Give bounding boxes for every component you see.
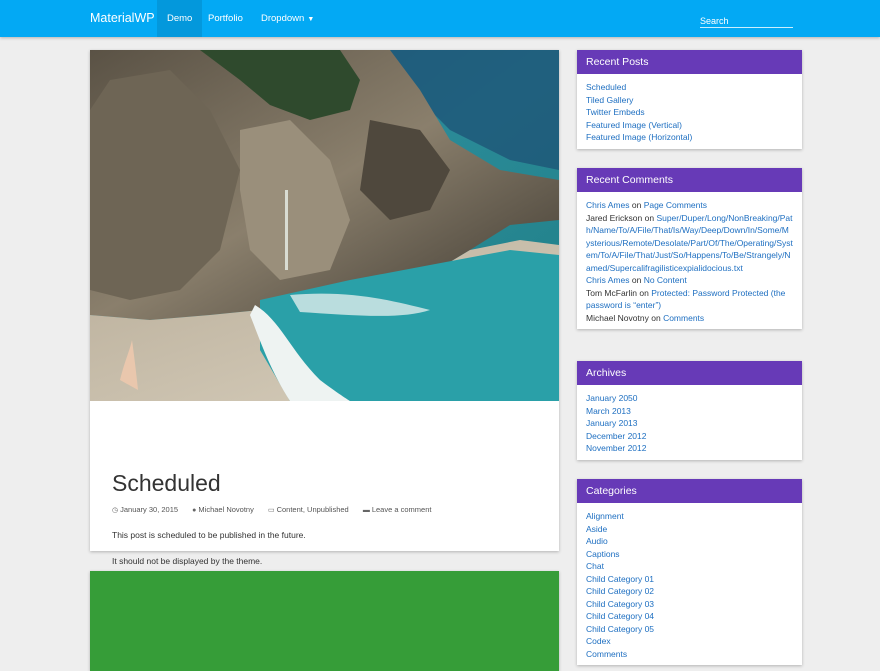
recent-comment: Tom McFarlin on Protected: Password Prot… [586,287,786,311]
archive-link[interactable]: March 2013 [586,405,793,418]
clock-icon: ◷ [112,507,119,514]
post-date-link[interactable]: January 30, 2015 [120,505,178,514]
nav-item-demo[interactable]: Demo [157,0,203,37]
archive-link[interactable]: November 2012 [586,442,793,455]
widget-title: Archives [577,361,802,385]
comment-author: Michael Novotny [586,312,649,323]
recent-post-link[interactable]: Featured Image (Vertical) [586,119,793,132]
folder-icon: ▭ [267,507,275,514]
comment-author-link[interactable]: Chris Ames [586,200,629,210]
category-item-link[interactable]: Child Category 01 [586,573,793,586]
comment-author-link[interactable]: Chris Ames [586,275,629,285]
leave-comment-link[interactable]: Leave a comment [372,505,432,514]
comment-post-link[interactable]: Comments [663,313,704,323]
category-item-link[interactable]: Chat [586,560,793,573]
next-post-card[interactable] [90,571,559,671]
post-paragraph: It should not be displayed by the theme. [112,556,263,566]
top-navbar: MaterialWP Demo Portfolio Dropdown ▼ [0,0,880,37]
post-content: This post is scheduled to be published i… [112,530,306,566]
comment-post-link[interactable]: Page Comments [644,200,707,210]
category-item-link[interactable]: Child Category 03 [586,598,793,611]
archive-link[interactable]: December 2012 [586,430,793,443]
search-box [700,11,793,28]
widget-title: Categories [577,479,802,503]
coastal-cove-image [90,50,559,401]
archive-link[interactable]: January 2050 [586,392,793,405]
recent-posts-widget: Recent Posts Scheduled Tiled Gallery Twi… [577,50,802,149]
category-link[interactable]: Content [277,505,303,514]
comment-post-link[interactable]: No Content [644,275,687,285]
user-icon: ● [192,507,197,514]
category-item-link[interactable]: Child Category 02 [586,585,793,598]
archives-widget: Archives January 2050 March 2013 January… [577,361,802,460]
recent-post-link[interactable]: Twitter Embeds [586,106,793,119]
recent-comment: Chris Ames on No Content [586,275,687,285]
post-title[interactable]: Scheduled [112,470,221,497]
widget-title: Recent Posts [577,50,802,74]
category-link[interactable]: Unpublished [307,505,349,514]
category-item-link[interactable]: Captions [586,548,793,561]
post-card: Scheduled ◷ January 30, 2015 ● Michael Nov… [90,50,559,566]
category-item-link[interactable]: Child Category 04 [586,610,793,623]
recent-post-link[interactable]: Scheduled [586,81,793,94]
recent-post-link[interactable]: Tiled Gallery [586,94,793,107]
post-author-link[interactable]: Michael Novotny [198,505,253,514]
recent-comment: Jared Erickson on Super/Duper/Long/NonBr… [586,212,793,273]
widget-title: Recent Comments [577,168,802,192]
recent-comment: Chris Ames on Page Comments [586,200,707,210]
category-item-link[interactable]: Aside [586,523,793,536]
nav-item-dropdown-label: Dropdown [261,13,305,24]
archive-link[interactable]: January 2013 [586,417,793,430]
category-item-link[interactable]: Audio [586,535,793,548]
comment-icon: ▬ [362,507,370,514]
search-input[interactable] [700,14,793,28]
featured-image[interactable] [90,50,559,401]
category-item-link[interactable]: Codex [586,635,793,648]
caret-down-icon: ▼ [307,16,315,23]
comment-author: Tom McFarlin [586,287,638,298]
post-comments: ▬ Leave a comment [363,505,432,514]
category-item-link[interactable]: Alignment [586,510,793,523]
post-paragraph: This post is scheduled to be published i… [112,530,306,540]
comment-author: Jared Erickson [586,212,643,223]
nav-item-dropdown[interactable]: Dropdown ▼ [251,0,324,37]
category-item-link[interactable]: Comments [586,648,793,661]
recent-post-link[interactable]: Featured Image (Horizontal) [586,131,793,144]
nav-item-portfolio[interactable]: Portfolio [198,0,253,37]
recent-comment: Michael Novotny on Comments [586,312,705,323]
category-item-link[interactable]: Child Category 05 [586,623,793,636]
post-date: ◷ January 30, 2015 [112,505,178,514]
post-categories: ▭ Content, Unpublished [267,505,349,514]
categories-widget: Categories Alignment Aside Audio Caption… [577,479,802,665]
post-author: ● Michael Novotny [192,505,254,514]
brand-link[interactable]: MaterialWP [90,11,155,25]
post-meta: ◷ January 30, 2015 ● Michael Novotny ▭ Cont… [112,505,443,514]
recent-comments-widget: Recent Comments Chris Ames on Page Comme… [577,168,802,329]
